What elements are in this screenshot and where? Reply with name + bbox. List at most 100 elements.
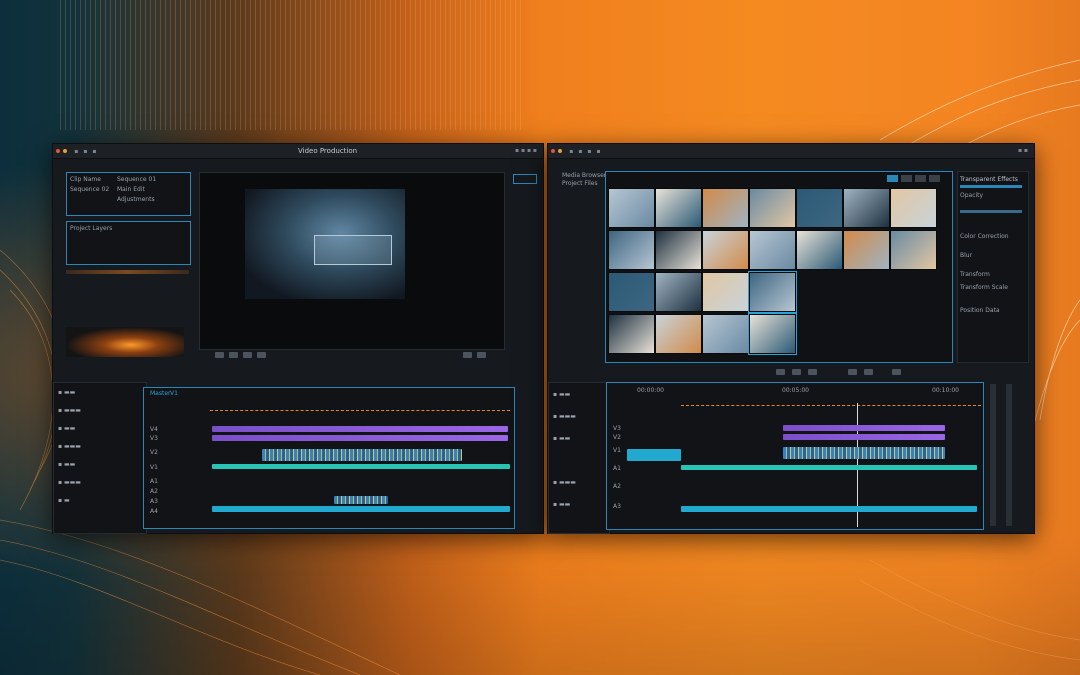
media-row-3[interactable]: Sequence 02 [70, 186, 109, 193]
export-button[interactable] [892, 369, 901, 375]
media-thumbnail[interactable] [890, 230, 937, 270]
divider-bar [66, 270, 189, 274]
menu-view[interactable]: ▪ [92, 145, 96, 159]
step-forward-button[interactable] [243, 352, 252, 358]
clip-v1[interactable] [783, 447, 945, 459]
menu-file[interactable]: ▪ [569, 145, 573, 159]
property-color[interactable]: Color Correction [960, 233, 1009, 240]
effects-row[interactable]: ▪ ▬ [58, 497, 70, 504]
project-folder[interactable]: Project Files [562, 180, 598, 187]
media-thumbnail[interactable] [890, 188, 937, 228]
window-controls[interactable]: ▪ ▪ [1018, 144, 1028, 158]
media-thumbnail[interactable] [608, 230, 655, 270]
play-button[interactable] [229, 352, 238, 358]
minimize-window-icon[interactable] [63, 149, 67, 153]
media-row-1[interactable]: Clip Name [70, 176, 101, 183]
menu-edit[interactable]: ▪ [83, 145, 87, 159]
clip-a-left[interactable] [627, 449, 681, 461]
effects-row[interactable]: ▪ ▬▬▬ [58, 407, 81, 414]
effects-row[interactable]: ▪ ▬▬ [58, 389, 75, 396]
timeline-ruler[interactable] [681, 405, 981, 406]
clip-a1[interactable] [334, 496, 388, 504]
menu-file[interactable]: ▪ [74, 145, 78, 159]
property-position[interactable]: Position Data [960, 307, 1000, 314]
grid-view-icon[interactable] [887, 175, 898, 182]
vertical-scrollbar[interactable] [990, 384, 996, 526]
clip-v2[interactable] [262, 449, 462, 461]
media-thumbnail[interactable] [655, 230, 702, 270]
media-thumbnail[interactable] [748, 313, 797, 355]
list-view-icon[interactable] [901, 175, 912, 182]
media-thumbnail[interactable] [702, 272, 749, 312]
program-monitor [199, 172, 505, 350]
media-thumbnail[interactable] [608, 314, 655, 354]
media-thumbnail[interactable] [702, 188, 749, 228]
effects-row[interactable]: ▪ ▬▬▬ [553, 413, 576, 420]
menu-view[interactable]: ▪ [587, 145, 591, 159]
media-row-4[interactable]: Main Edit [117, 186, 145, 193]
sort-icon[interactable] [915, 175, 926, 182]
mark-out-button[interactable] [463, 352, 472, 358]
clip-v3[interactable] [212, 435, 508, 441]
media-row-2[interactable]: Sequence 01 [117, 176, 156, 183]
close-window-icon[interactable] [56, 149, 60, 153]
marker-button[interactable] [864, 369, 873, 375]
window-controls[interactable]: ▪ ▪ ▪ ▪ [515, 144, 537, 158]
media-thumbnail[interactable] [702, 230, 749, 270]
property-blur[interactable]: Blur [960, 252, 972, 259]
mark-in-button[interactable] [257, 352, 266, 358]
effects-row[interactable]: ▪ ▬▬ [58, 461, 75, 468]
menu-window[interactable]: ▪ [596, 145, 600, 159]
media-thumbnail[interactable] [749, 188, 796, 228]
playhead-back-button[interactable] [776, 369, 785, 375]
opacity-slider[interactable] [960, 210, 1022, 213]
close-window-icon[interactable] [551, 149, 555, 153]
menu-edit[interactable]: ▪ [578, 145, 582, 159]
media-row-5[interactable]: Adjustments [117, 196, 155, 203]
effects-row[interactable]: ▪ ▬▬ [553, 391, 570, 398]
clip-v1[interactable] [212, 464, 510, 469]
clip-v4[interactable] [212, 426, 508, 432]
media-thumbnail[interactable] [655, 314, 702, 354]
effects-row[interactable]: ▪ ▬▬ [58, 425, 75, 432]
effects-panel: ▪ ▬▬ ▪ ▬▬▬ ▪ ▬▬ ▪ ▬▬▬ ▪ ▬▬ ▪ ▬▬▬ ▪ ▬ [53, 382, 147, 534]
effects-row[interactable]: ▪ ▬▬▬ [553, 479, 576, 486]
media-thumbnail[interactable] [843, 230, 890, 270]
clip-v3[interactable] [783, 425, 945, 431]
media-thumbnail[interactable] [796, 188, 843, 228]
property-transform[interactable]: Transform [960, 271, 990, 278]
media-thumbnail[interactable] [608, 188, 655, 228]
media-thumbnail[interactable] [655, 272, 702, 312]
clip-a1[interactable] [681, 465, 977, 470]
play-forward-button[interactable] [808, 369, 817, 375]
property-transform-scale[interactable]: Transform Scale [960, 284, 1008, 291]
effects-row[interactable]: ▪ ▬▬▬ [58, 443, 81, 450]
clip-a2[interactable] [212, 506, 510, 512]
timeline-ruler[interactable] [210, 410, 510, 411]
media-thumbnail[interactable] [608, 272, 655, 312]
monitor-settings-icon[interactable] [513, 174, 537, 184]
timeline-tab-v1[interactable]: V1 [170, 390, 178, 397]
clip-a2[interactable] [681, 506, 977, 512]
property-opacity[interactable]: Opacity [960, 192, 983, 199]
effects-row[interactable]: ▪ ▬▬ [553, 435, 570, 442]
media-thumbnail[interactable] [749, 230, 796, 270]
media-thumbnail[interactable] [796, 230, 843, 270]
media-thumbnail[interactable] [702, 314, 749, 354]
properties-slider[interactable] [960, 185, 1022, 188]
effects-row[interactable]: ▪ ▬▬ [553, 501, 570, 508]
step-back-button[interactable] [215, 352, 224, 358]
play-button[interactable] [792, 369, 801, 375]
media-thumbnail[interactable] [655, 188, 702, 228]
media-thumbnail[interactable] [843, 188, 890, 228]
media-thumbnail[interactable] [748, 271, 797, 313]
minimize-window-icon[interactable] [558, 149, 562, 153]
filter-icon[interactable] [929, 175, 940, 182]
effects-row[interactable]: ▪ ▬▬▬ [58, 479, 81, 486]
timeline-tab-master[interactable]: Master [150, 390, 171, 397]
export-frame-button[interactable] [477, 352, 486, 358]
selection-box[interactable] [314, 235, 392, 265]
loop-button[interactable] [848, 369, 857, 375]
media-panel: Clip Name Sequence 01 Sequence 02 Main E… [66, 172, 191, 216]
clip-v2[interactable] [783, 434, 945, 440]
